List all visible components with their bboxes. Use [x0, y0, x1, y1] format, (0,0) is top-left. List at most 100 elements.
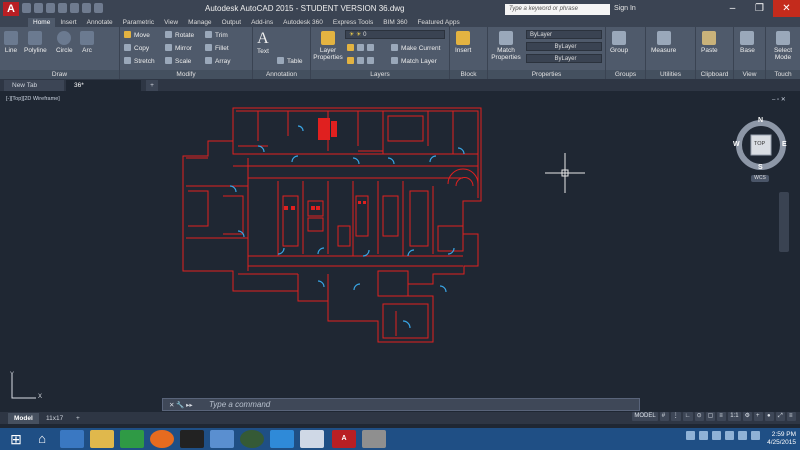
- ribbon-tab-express-tools[interactable]: Express Tools: [328, 18, 378, 27]
- save-icon[interactable]: [46, 3, 55, 13]
- properties-panel-title[interactable]: Properties: [488, 70, 605, 79]
- ribbon-tab-featured-apps[interactable]: Featured Apps: [412, 18, 464, 27]
- navigation-bar[interactable]: [779, 192, 789, 252]
- compass-s[interactable]: S: [758, 164, 763, 171]
- command-input[interactable]: Type a command: [209, 400, 270, 409]
- select-mode-button[interactable]: Select Mode: [768, 31, 798, 61]
- arc-button[interactable]: Arc: [80, 31, 94, 54]
- viewcube[interactable]: TOP N S E W WCS: [733, 117, 789, 183]
- ribbon-tab-view[interactable]: View: [159, 18, 183, 27]
- open-icon[interactable]: [34, 3, 43, 13]
- ribbon-tab-manage[interactable]: Manage: [183, 18, 217, 27]
- tray-icon-2[interactable]: [712, 431, 721, 440]
- isolate-icon[interactable]: ●: [765, 412, 774, 421]
- undo-icon[interactable]: [82, 3, 91, 13]
- fillet-button[interactable]: Fillet: [205, 44, 229, 52]
- file-tab-36[interactable]: 36*: [66, 80, 141, 91]
- ribbon-tab-annotate[interactable]: Annotate: [82, 18, 118, 27]
- ie-icon[interactable]: [60, 430, 84, 448]
- keyboard-icon[interactable]: [686, 431, 695, 440]
- clock[interactable]: 2:59 PM 4/25/2015: [767, 431, 796, 447]
- snap-icon[interactable]: ⋮: [670, 412, 681, 421]
- app-icon-1[interactable]: [180, 430, 204, 448]
- ribbon-tab-bim-360[interactable]: BIM 360: [378, 18, 412, 27]
- redo-icon[interactable]: [94, 3, 103, 13]
- plus-icon[interactable]: +: [754, 412, 763, 421]
- file-explorer-icon[interactable]: [90, 430, 114, 448]
- scale-button[interactable]: Scale: [165, 57, 191, 65]
- layer-properties-button[interactable]: Layer Properties: [313, 31, 343, 61]
- ortho-icon[interactable]: ∟: [682, 412, 693, 421]
- annotation-scale[interactable]: 1:1: [728, 412, 741, 421]
- search-input[interactable]: Type a keyword or phrase: [505, 4, 610, 15]
- mirror-button[interactable]: Mirror: [165, 44, 192, 52]
- layer-tools-icons[interactable]: [347, 44, 377, 52]
- network-icon[interactable]: [738, 431, 747, 440]
- array-button[interactable]: Array: [205, 57, 231, 65]
- compass-e[interactable]: E: [782, 141, 787, 148]
- close-button[interactable]: ✕: [773, 0, 800, 17]
- add-tab-button[interactable]: +: [146, 80, 158, 91]
- annotation-panel-title[interactable]: Annotation: [253, 70, 310, 79]
- wcs-menu[interactable]: WCS: [751, 175, 769, 182]
- app-icon-2[interactable]: [240, 430, 264, 448]
- compass-w[interactable]: W: [733, 141, 740, 148]
- stretch-button[interactable]: Stretch: [124, 57, 155, 65]
- modify-panel-title[interactable]: Modify: [120, 70, 252, 79]
- match-properties-button[interactable]: Match Properties: [491, 31, 521, 61]
- ribbon-tab-autodesk-360[interactable]: Autodesk 360: [278, 18, 328, 27]
- group-button[interactable]: Group: [610, 31, 628, 54]
- sign-in-button[interactable]: Sign In: [614, 5, 636, 12]
- document-icon[interactable]: [300, 430, 324, 448]
- ribbon-tab-home[interactable]: Home: [28, 18, 56, 27]
- command-line[interactable]: ✕ 🔧 ▸▸ Type a command: [162, 398, 640, 411]
- monitor-icon[interactable]: [210, 430, 234, 448]
- settings-icon[interactable]: ⚙: [742, 412, 752, 421]
- customize-icon[interactable]: ≡: [787, 412, 796, 421]
- rotate-button[interactable]: Rotate: [165, 31, 194, 39]
- viewport-label[interactable]: [-][Top][2D Wireframe]: [6, 96, 60, 102]
- autocad-taskbar-icon[interactable]: A: [332, 430, 356, 448]
- polar-icon[interactable]: ⊙: [694, 412, 704, 421]
- store-icon[interactable]: [120, 430, 144, 448]
- circle-button[interactable]: Circle: [56, 31, 73, 54]
- lineweight-icon[interactable]: ≡: [717, 412, 727, 421]
- file-tab-new[interactable]: New Tab: [4, 80, 64, 91]
- ribbon-tab-insert[interactable]: Insert: [55, 18, 81, 27]
- groups-panel-title[interactable]: Groups: [606, 70, 645, 79]
- maximize-button[interactable]: ❐: [746, 0, 773, 17]
- draw-panel-title[interactable]: Draw: [0, 70, 119, 79]
- line-button[interactable]: Line: [4, 31, 18, 54]
- grid-icon[interactable]: #: [659, 412, 669, 421]
- viewcube-top-face[interactable]: TOP: [754, 141, 765, 147]
- viewport-controls[interactable]: – ▫ ✕: [772, 96, 786, 103]
- command-line-tools[interactable]: ✕ 🔧 ▸▸: [169, 401, 193, 409]
- view-panel-title[interactable]: View: [734, 70, 765, 79]
- model-space-button[interactable]: MODEL: [632, 412, 658, 421]
- add-layout-button[interactable]: +: [70, 413, 86, 424]
- tray-icon-1[interactable]: [699, 431, 708, 440]
- text-button[interactable]: A Text: [257, 30, 269, 55]
- ribbon-tab-parametric[interactable]: Parametric: [118, 18, 159, 27]
- block-panel-title[interactable]: Block: [450, 70, 487, 79]
- layout-11x17-tab[interactable]: 11x17: [40, 413, 69, 424]
- floor-plan-drawing[interactable]: [178, 106, 488, 346]
- layer-dropdown[interactable]: ☀ ☀ 0: [345, 30, 445, 39]
- home-icon[interactable]: ⌂: [30, 430, 54, 448]
- mail-icon[interactable]: [270, 430, 294, 448]
- make-current-button[interactable]: Make Current: [391, 44, 440, 52]
- compass-n[interactable]: N: [758, 117, 763, 124]
- plot-icon[interactable]: [70, 3, 79, 13]
- layer-tools-icons-2[interactable]: [347, 57, 377, 65]
- flag-icon[interactable]: [725, 431, 734, 440]
- application-menu-button[interactable]: A: [3, 2, 19, 16]
- utilities-panel-title[interactable]: Utilities: [646, 70, 695, 79]
- saveas-icon[interactable]: [58, 3, 67, 13]
- touch-panel-title[interactable]: Touch: [766, 70, 800, 79]
- polyline-button[interactable]: Polyline: [24, 31, 47, 54]
- osnap-icon[interactable]: ▢: [705, 412, 716, 421]
- base-button[interactable]: Base: [740, 31, 755, 54]
- minimize-button[interactable]: –: [719, 0, 746, 17]
- firefox-icon[interactable]: [150, 430, 174, 448]
- match-layer-button[interactable]: Match Layer: [391, 57, 437, 65]
